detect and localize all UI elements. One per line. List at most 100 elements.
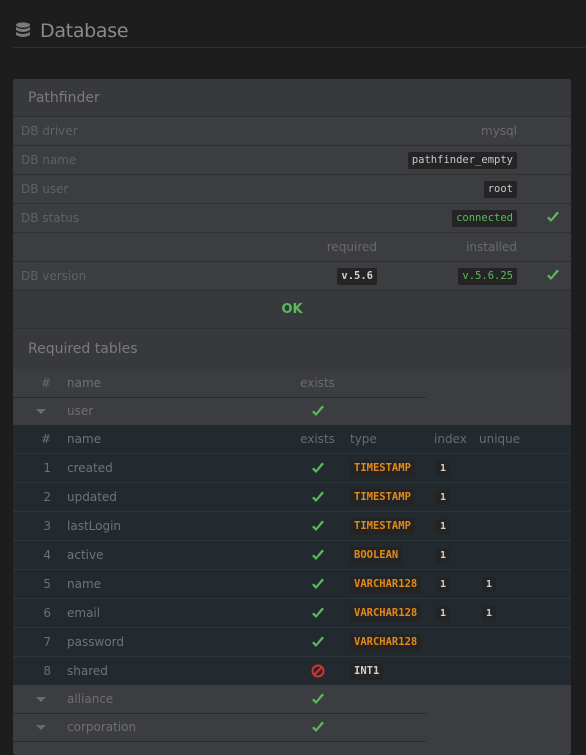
column-num: 6 (43, 606, 51, 620)
installed-header: installed (466, 240, 517, 254)
column-row: 6 email VARCHAR128 1 1 (13, 599, 571, 628)
info-row-db-name: DB name pathfinder_empty (13, 146, 571, 175)
caret-down-icon[interactable] (36, 697, 46, 702)
caret-down-icon[interactable] (36, 725, 46, 730)
table-group-corporation[interactable]: corporation (13, 713, 571, 742)
database-icon (16, 21, 30, 37)
col-header-index: index (434, 432, 467, 446)
info-row-db-version: DB version v.5.6 v.5.6.25 (13, 262, 571, 291)
col-header-exists: exists (300, 376, 335, 390)
info-label: DB status (21, 211, 80, 225)
unique-badge: 1 (482, 606, 497, 621)
column-type-badge: VARCHAR128 (350, 575, 422, 593)
col-header-unique: unique (479, 432, 521, 446)
index-badge: 1 (436, 577, 451, 592)
unique-badge: 1 (482, 577, 497, 592)
info-label: DB version (21, 269, 87, 283)
column-num: 8 (43, 664, 51, 678)
status-ok-text: OK (13, 291, 571, 329)
check-icon (546, 211, 560, 224)
info-label: DB user (21, 182, 69, 196)
column-num: 5 (43, 577, 51, 591)
info-label: DB driver (21, 124, 78, 138)
column-row: 4 active BOOLEAN 1 (13, 541, 571, 570)
caret-down-icon[interactable] (36, 409, 46, 414)
column-type-badge: TIMESTAMP (350, 517, 415, 535)
installed-version: v.5.6.25 (458, 267, 517, 285)
check-icon (311, 578, 325, 591)
check-icon (311, 636, 325, 649)
info-label: DB name (21, 153, 77, 167)
column-num: 2 (43, 490, 51, 504)
column-type-badge: BOOLEAN (350, 546, 403, 564)
column-num: 3 (43, 519, 51, 533)
index-badge: 1 (436, 519, 451, 534)
col-header-type: type (350, 432, 377, 446)
info-row-db-user: DB user root (13, 175, 571, 204)
index-badge: 1 (436, 548, 451, 563)
info-value: mysql (481, 124, 517, 138)
column-name: lastLogin (67, 519, 122, 533)
column-type-badge: INT1 (350, 662, 384, 680)
column-num: 1 (43, 461, 51, 475)
column-type-badge: VARCHAR128 (350, 633, 422, 651)
columns-table: # name exists type index unique 1 created… (13, 425, 571, 685)
column-row: 3 lastLogin TIMESTAMP 1 (13, 512, 571, 541)
check-icon (311, 721, 325, 734)
column-row: 1 created TIMESTAMP 1 (13, 454, 571, 483)
col-header-name: name (67, 432, 102, 446)
check-icon (546, 269, 560, 282)
column-type-badge: VARCHAR128 (350, 604, 422, 622)
check-icon (311, 607, 325, 620)
columns-header-row: # name exists type index unique (13, 425, 571, 454)
info-value: root (483, 180, 517, 198)
panel-title: Pathfinder (13, 79, 571, 117)
pathfinder-panel: Pathfinder DB driver mysql DB name pathf… (13, 79, 571, 755)
col-header-num: # (40, 432, 51, 446)
page-title: Database (40, 19, 129, 42)
page-header: Database (13, 14, 586, 48)
index-badge: 1 (436, 490, 451, 505)
table-name: user (67, 404, 94, 418)
check-icon (311, 405, 325, 418)
column-row: 5 name VARCHAR128 1 1 (13, 570, 571, 599)
column-row: 7 password VARCHAR128 (13, 628, 571, 657)
column-name: email (67, 606, 101, 620)
col-header-exists: exists (300, 432, 335, 446)
check-icon (311, 491, 325, 504)
column-name: shared (67, 664, 108, 678)
column-row: 2 updated TIMESTAMP 1 (13, 483, 571, 512)
required-header: required (326, 240, 377, 254)
column-name: created (67, 461, 113, 475)
required-version: v.5.6 (337, 267, 377, 285)
column-type-badge: TIMESTAMP (350, 459, 415, 477)
table-name: alliance (67, 692, 114, 706)
status-badge: connected (452, 209, 517, 227)
table-group-user[interactable]: user (13, 397, 571, 426)
version-header-row: required installed (13, 233, 571, 262)
column-name: password (67, 635, 124, 649)
table-group-alliance[interactable]: alliance (13, 685, 571, 714)
tables-table: # name exists user # name exists type in… (13, 369, 571, 742)
column-num: 4 (43, 548, 51, 562)
table-header-row: # name exists (13, 369, 571, 398)
col-header-name: name (67, 376, 102, 390)
index-badge: 1 (436, 461, 451, 476)
column-name: active (67, 548, 104, 562)
index-badge: 1 (436, 606, 451, 621)
check-icon (311, 549, 325, 562)
check-icon (311, 462, 325, 475)
info-row-db-driver: DB driver mysql (13, 117, 571, 146)
col-header-num: # (40, 376, 51, 390)
ban-icon (311, 664, 325, 678)
check-icon (311, 693, 325, 706)
info-value: pathfinder_empty (407, 151, 517, 169)
required-tables-title: Required tables (13, 329, 571, 369)
check-icon (311, 520, 325, 533)
column-row: 8 shared INT1 (13, 657, 571, 685)
table-name: corporation (67, 720, 137, 734)
column-name: name (67, 577, 102, 591)
column-type-badge: TIMESTAMP (350, 488, 415, 506)
info-row-db-status: DB status connected (13, 204, 571, 233)
column-name: updated (67, 490, 117, 504)
